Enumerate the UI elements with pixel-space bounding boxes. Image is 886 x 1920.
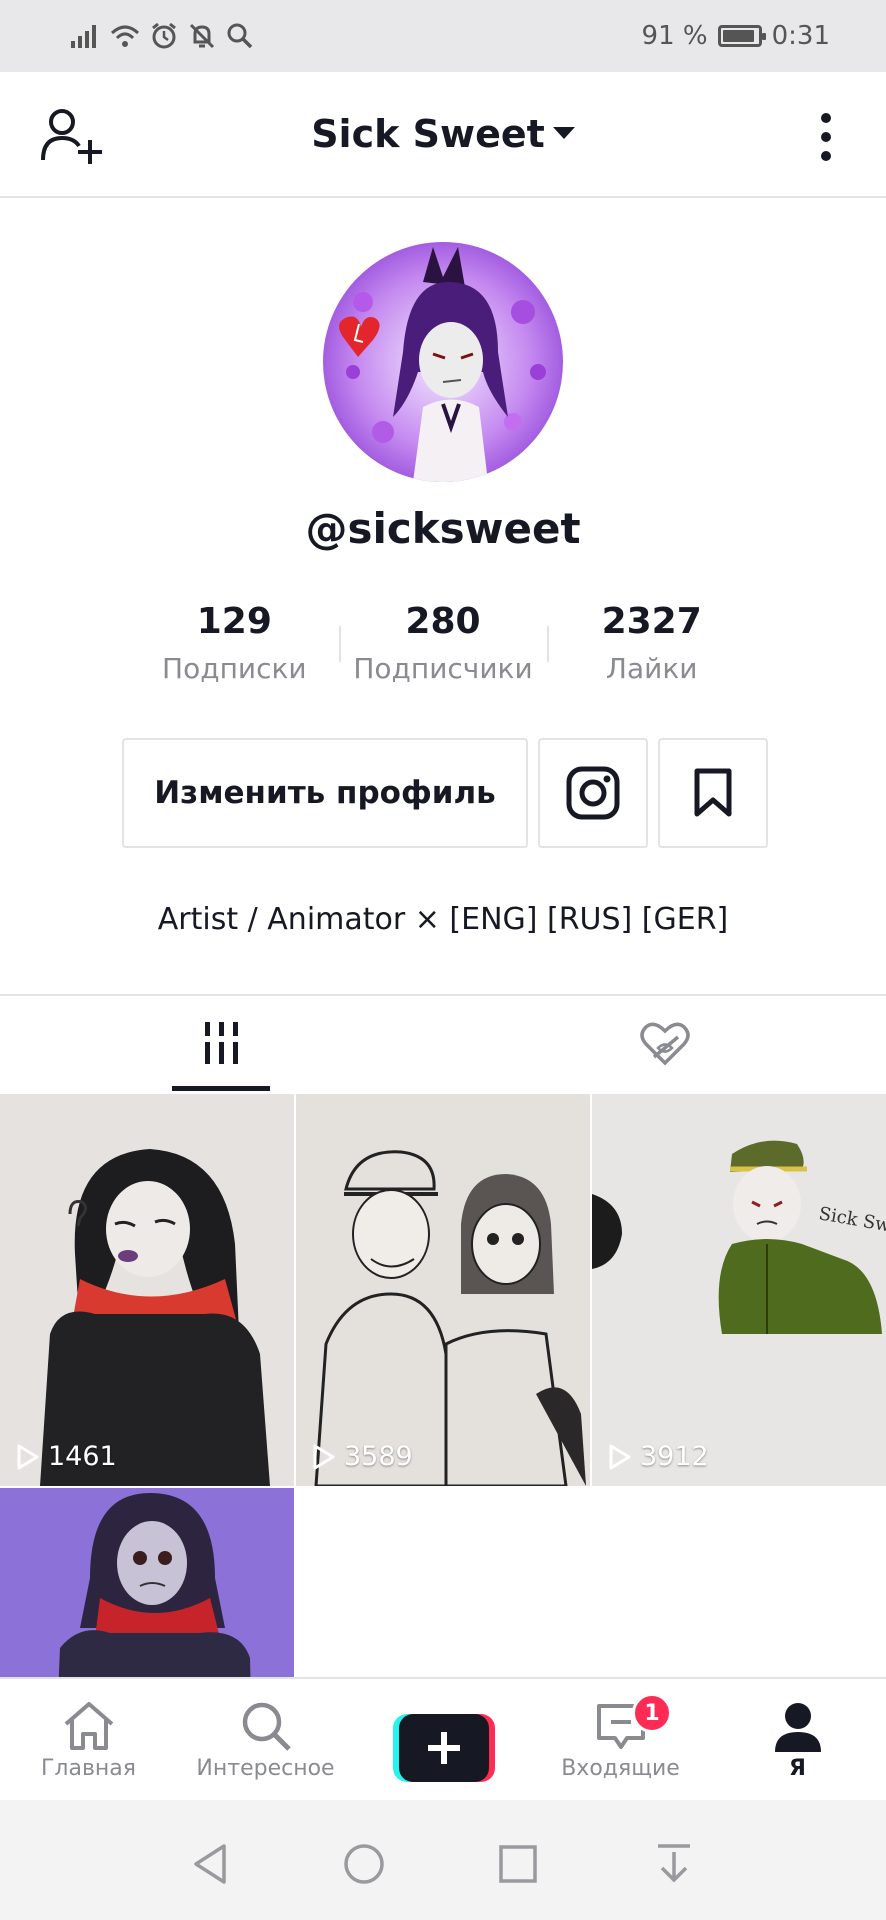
notifications-off-icon [189, 23, 215, 49]
profile-header: Sick Sweet [0, 72, 886, 198]
edit-profile-button[interactable]: Изменить профиль [122, 738, 528, 848]
video-thumbnail [296, 1094, 590, 1486]
stat-likes[interactable]: 2327 Лайки [547, 598, 756, 698]
battery-icon [717, 25, 766, 47]
caret-down-icon [552, 126, 575, 139]
instagram-button[interactable] [538, 738, 648, 848]
view-count: 1461 [16, 1441, 117, 1472]
view-count: 3589 [312, 1441, 413, 1472]
stat-value: 280 [405, 601, 481, 642]
stat-label: Лайки [605, 652, 698, 685]
inbox-badge: 1 [632, 1693, 672, 1733]
stat-label: Подписчики [353, 652, 533, 685]
page-title: Sick Sweet [311, 112, 545, 156]
active-tab-indicator [172, 1086, 270, 1091]
nav-profile[interactable]: Я [709, 1679, 886, 1802]
stat-value: 129 [196, 601, 272, 642]
system-navigation-bar [0, 1800, 886, 1920]
search-icon [242, 1702, 291, 1751]
video-grid: 1461 3589 Sick Sweet 3912 [0, 1092, 886, 1677]
video-tile[interactable]: 1461 [0, 1094, 294, 1486]
video-tile[interactable]: 3589 [296, 1094, 590, 1486]
view-count-value: 1461 [48, 1441, 117, 1472]
wifi-icon [110, 25, 140, 47]
play-icon [609, 1444, 631, 1469]
avatar-image [323, 242, 563, 482]
search-icon [227, 23, 253, 49]
back-icon[interactable] [188, 1842, 232, 1886]
favorites-button[interactable] [658, 738, 768, 848]
profile-icon [774, 1703, 821, 1752]
stat-label: Подписки [162, 652, 307, 685]
stat-followers[interactable]: 280 Подписчики [338, 598, 548, 698]
view-count-value: 3912 [640, 1441, 709, 1472]
username: @sicksweet [305, 504, 581, 553]
video-thumbnail: Sick Sweet [592, 1094, 886, 1486]
home-circle-icon[interactable] [342, 1842, 386, 1886]
status-icons [70, 18, 254, 54]
view-count: 3912 [608, 1441, 709, 1472]
nav-inbox[interactable]: Входящие [532, 1679, 709, 1802]
video-thumbnail [0, 1488, 294, 1677]
play-icon [17, 1444, 39, 1469]
stat-following[interactable]: 129 Подписки [130, 598, 339, 698]
more-options-icon[interactable] [814, 112, 838, 162]
profile-stats: 129 Подписки 280 Подписчики 2327 Лайки [130, 598, 756, 698]
nav-home[interactable]: Главная [0, 1679, 177, 1802]
hidden-heart-icon [639, 1022, 690, 1066]
content-tabs [0, 994, 886, 1092]
instagram-icon [566, 766, 620, 820]
play-icon [313, 1444, 335, 1469]
tab-videos[interactable] [0, 996, 443, 1092]
nav-label: Входящие [561, 1756, 680, 1781]
nav-label: Я [789, 1756, 806, 1781]
bookmark-icon [694, 768, 732, 817]
battery-percent: 91 % [641, 21, 708, 51]
view-count-value: 3589 [344, 1441, 413, 1472]
battery-level [722, 30, 754, 42]
profile-actions: Изменить профиль [122, 738, 768, 848]
video-thumbnail [0, 1094, 294, 1486]
avatar[interactable] [323, 242, 563, 482]
status-bar: 91 % 0:31 [0, 0, 886, 72]
account-switcher[interactable]: Sick Sweet [0, 112, 886, 156]
grid-icon [204, 1022, 238, 1064]
home-icon [64, 1702, 113, 1750]
clock: 0:31 [771, 21, 830, 51]
nav-label: Главная [40, 1756, 137, 1781]
nav-label: Интересное [196, 1756, 335, 1781]
tab-liked-videos[interactable] [443, 996, 886, 1092]
notification-shade-icon[interactable] [652, 1842, 696, 1886]
alarm-icon [152, 22, 176, 49]
signal-icon [71, 25, 96, 48]
video-tile[interactable] [0, 1488, 294, 1677]
stat-value: 2327 [601, 601, 702, 642]
profile-bio: Artist / Animator × [ENG] [RUS] [GER] [157, 902, 729, 937]
recent-apps-icon[interactable] [496, 1842, 540, 1886]
status-right: 91 % 0:31 [642, 18, 830, 54]
nav-discover[interactable]: Интересное [177, 1679, 354, 1802]
bottom-navigation: Главная Интересное Входящие 1 Я [0, 1677, 886, 1800]
create-video-button[interactable] [393, 1714, 495, 1782]
video-tile[interactable]: Sick Sweet 3912 [592, 1094, 886, 1486]
